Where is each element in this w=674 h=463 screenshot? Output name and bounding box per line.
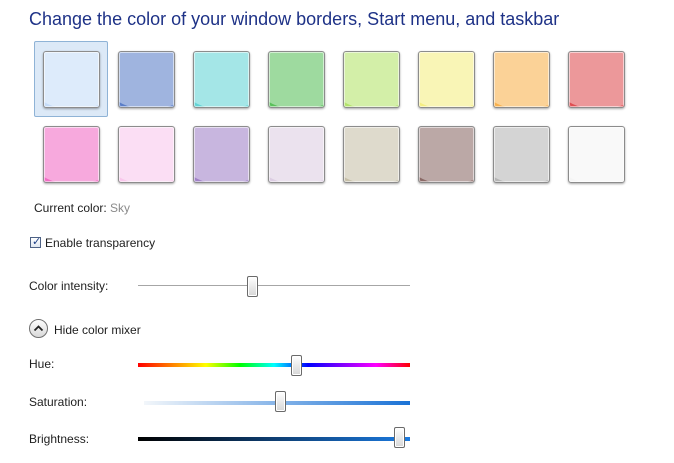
brightness-track[interactable] [138, 437, 410, 441]
current-color-label: Current color: [34, 201, 107, 215]
color-swatch-grid [34, 41, 634, 191]
saturation-label: Saturation: [29, 395, 88, 409]
checkmark-icon: ✓ [32, 236, 42, 248]
swatch-violet[interactable] [184, 116, 258, 192]
swatch-lavender[interactable] [259, 116, 333, 192]
swatch-tile-sky [43, 51, 100, 108]
swatch-tile-leaf [268, 51, 325, 108]
swatch-leaf[interactable] [259, 41, 333, 117]
swatch-tile-violet [193, 126, 250, 183]
saturation-thumb[interactable] [274, 391, 286, 412]
swatch-lemon[interactable] [409, 41, 483, 117]
enable-transparency-label[interactable]: Enable transparency [45, 236, 155, 250]
swatch-orange[interactable] [484, 41, 558, 117]
chevron-up-icon [33, 325, 44, 332]
swatch-tile-sea [193, 51, 250, 108]
swatch-red[interactable] [559, 41, 633, 117]
brightness-thumb[interactable] [394, 427, 406, 448]
swatch-tile-fuchsia [43, 126, 100, 183]
swatch-tile-taupe [343, 126, 400, 183]
hue-track[interactable] [138, 363, 410, 367]
swatch-tile-twilight [118, 51, 175, 108]
color-intensity-thumb[interactable] [247, 276, 259, 297]
swatch-blush[interactable] [109, 116, 183, 192]
swatch-fuchsia[interactable] [34, 116, 108, 192]
swatch-tile-red [568, 51, 625, 108]
swatch-tile-chocolate [418, 126, 475, 183]
swatch-tile-orange [493, 51, 550, 108]
hue-label: Hue: [29, 357, 55, 371]
swatch-tile-lime [343, 51, 400, 108]
swatch-lime[interactable] [334, 41, 408, 117]
current-color-row: Current color: Sky [34, 201, 130, 215]
swatch-tile-lavender [268, 126, 325, 183]
hide-color-mixer-label[interactable]: Hide color mixer [54, 323, 141, 337]
swatch-tile-lemon [418, 51, 475, 108]
swatch-tile-slate [493, 126, 550, 183]
current-color-value: Sky [110, 201, 131, 215]
swatch-taupe[interactable] [334, 116, 408, 192]
swatch-sea[interactable] [184, 41, 258, 117]
brightness-label: Brightness: [29, 432, 90, 446]
swatch-slate[interactable] [484, 116, 558, 192]
hide-color-mixer-button[interactable] [29, 319, 48, 338]
swatch-chocolate[interactable] [409, 116, 483, 192]
page-title: Change the color of your window borders,… [29, 9, 560, 29]
enable-transparency-checkbox[interactable]: ✓ [30, 236, 42, 248]
swatch-tile-blush [118, 126, 175, 183]
swatch-tile-frost [568, 126, 625, 183]
swatch-sky[interactable] [34, 41, 108, 117]
swatch-frost[interactable] [559, 116, 633, 192]
color-intensity-label: Color intensity: [29, 279, 109, 293]
color-intensity-track[interactable] [138, 285, 410, 287]
hue-thumb[interactable] [290, 355, 302, 376]
swatch-twilight[interactable] [109, 41, 183, 117]
